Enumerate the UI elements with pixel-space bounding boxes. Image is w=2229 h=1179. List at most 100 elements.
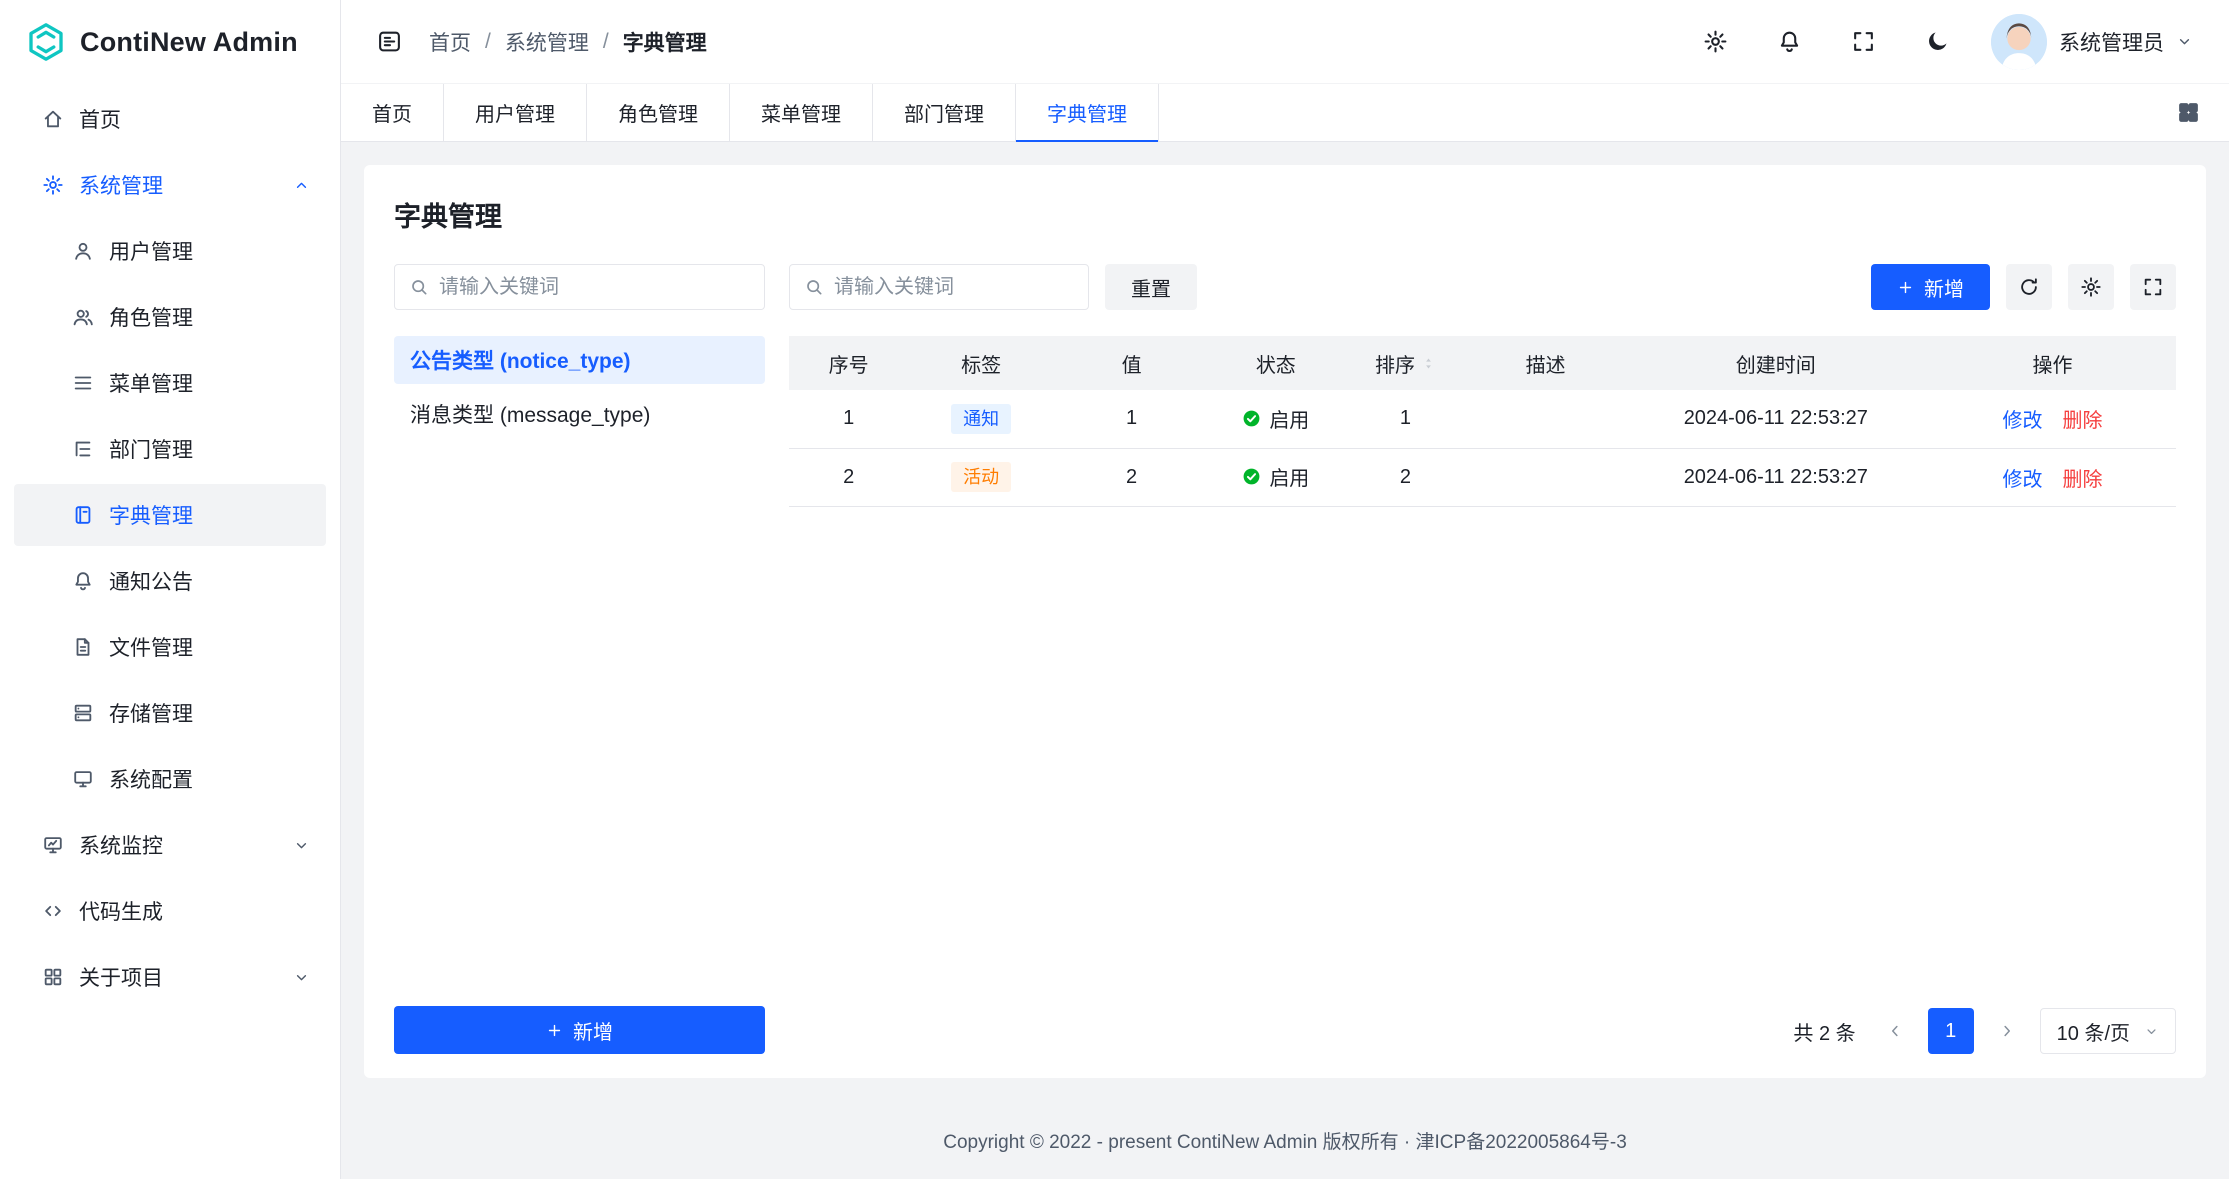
sidebar-item-label: 部门管理 <box>109 434 193 464</box>
table-fullscreen-button[interactable] <box>2130 264 2176 310</box>
sidebar-item-file-management[interactable]: 文件管理 <box>14 616 326 678</box>
delete-link[interactable]: 删除 <box>2063 469 2103 491</box>
plus-icon <box>1897 279 1914 296</box>
status-check-icon <box>1242 467 1261 486</box>
fullscreen-button[interactable] <box>1843 22 1883 62</box>
page-size-select[interactable]: 10 条/页 <box>2040 1008 2176 1054</box>
cell-tag: 通知 <box>908 390 1054 448</box>
tag-badge: 通知 <box>951 404 1011 434</box>
sidebar-item-menu-management[interactable]: 菜单管理 <box>14 352 326 414</box>
page-title: 字典管理 <box>394 195 2176 234</box>
tab-home[interactable]: 首页 <box>341 84 444 141</box>
sidebar-item-dict-management[interactable]: 字典管理 <box>14 484 326 546</box>
list-item-notice-type[interactable]: 公告类型 (notice_type) <box>394 336 765 384</box>
sidebar-item-notice[interactable]: 通知公告 <box>14 550 326 612</box>
table-header-row: 序号 标签 值 状态 排序 <box>789 336 2176 390</box>
next-page-button[interactable] <box>1986 1010 2028 1052</box>
item-search-input[interactable] <box>834 276 1074 299</box>
cell-desc <box>1469 390 1623 448</box>
sidebar-item-label: 字典管理 <box>109 500 193 530</box>
col-header-sort[interactable]: 排序 <box>1342 336 1468 390</box>
page-number-button[interactable]: 1 <box>1928 1008 1974 1054</box>
breadcrumb-item[interactable]: 首页 <box>429 27 471 57</box>
table-row[interactable]: 1 通知 1 启用 1 <box>789 390 2176 448</box>
status-badge: 启用 <box>1242 462 1309 491</box>
sidebar-item-label: 通知公告 <box>109 566 193 596</box>
tab-menu-management[interactable]: 菜单管理 <box>730 84 873 141</box>
edit-link[interactable]: 修改 <box>2003 469 2043 491</box>
prev-page-button[interactable] <box>1874 1010 1916 1052</box>
sidebar-item-system-monitor[interactable]: 系统监控 <box>14 814 326 876</box>
chevron-up-icon <box>293 177 310 194</box>
menu-fold-button[interactable] <box>367 20 411 64</box>
theme-moon-icon <box>1925 29 1950 54</box>
reset-button[interactable]: 重置 <box>1105 264 1197 310</box>
sidebar-item-user-management[interactable]: 用户管理 <box>14 220 326 282</box>
dict-search-input[interactable] <box>439 276 750 299</box>
sort-caret-icon[interactable] <box>1421 356 1436 371</box>
tab-role-management[interactable]: 角色管理 <box>587 84 730 141</box>
refresh-button[interactable] <box>2006 264 2052 310</box>
topbar: 首页 / 系统管理 / 字典管理 <box>341 0 2229 84</box>
dict-search-box <box>394 264 765 310</box>
add-dict-item-button[interactable]: 新增 <box>1871 264 1990 310</box>
tabbar: 首页 用户管理 角色管理 菜单管理 部门管理 字典管理 <box>341 84 2229 142</box>
item-search-box <box>789 264 1089 310</box>
settings-button[interactable] <box>1695 22 1735 62</box>
edit-link[interactable]: 修改 <box>2003 410 2043 432</box>
sidebar-item-code-generation[interactable]: 代码生成 <box>14 880 326 942</box>
cell-status: 启用 <box>1209 448 1342 506</box>
col-header-tag: 标签 <box>908 336 1054 390</box>
fullscreen-icon <box>2142 276 2164 298</box>
sidebar-item-home[interactable]: 首页 <box>14 88 326 150</box>
sidebar-item-label: 用户管理 <box>109 236 193 266</box>
breadcrumb-separator: / <box>485 30 491 54</box>
col-header-actions: 操作 <box>1929 336 2176 390</box>
tab-dict-management[interactable]: 字典管理 <box>1016 84 1159 141</box>
list-item-message-type[interactable]: 消息类型 (message_type) <box>394 390 765 438</box>
user-menu[interactable]: 系统管理员 <box>1991 14 2193 70</box>
chevron-down-icon <box>293 969 310 986</box>
main-column: 首页 / 系统管理 / 字典管理 <box>341 0 2229 1179</box>
notification-button[interactable] <box>1769 22 1809 62</box>
sidebar-item-system-config[interactable]: 系统配置 <box>14 748 326 810</box>
gear-icon <box>42 174 64 196</box>
logo[interactable]: ContiNew Admin <box>0 0 340 84</box>
delete-link[interactable]: 删除 <box>2063 410 2103 432</box>
add-button-label: 新增 <box>1924 273 1964 302</box>
plus-icon <box>546 1022 563 1039</box>
breadcrumb-item[interactable]: 系统管理 <box>505 27 589 57</box>
col-header-desc: 描述 <box>1469 336 1623 390</box>
gear-icon <box>2080 276 2102 298</box>
sidebar-item-storage-management[interactable]: 存储管理 <box>14 682 326 744</box>
cell-actions: 修改删除 <box>1929 390 2176 448</box>
dictionary-book-icon <box>72 504 94 526</box>
sidebar-item-about-project[interactable]: 关于项目 <box>14 946 326 1008</box>
tab-label: 菜单管理 <box>761 98 841 127</box>
table-toolbar: 重置 新增 <box>789 264 2176 310</box>
dict-item-label: 公告类型 (notice_type) <box>410 345 631 375</box>
tab-dept-management[interactable]: 部门管理 <box>873 84 1016 141</box>
bell-icon <box>72 570 94 592</box>
dict-type-panel: 公告类型 (notice_type) 消息类型 (message_type) 新… <box>394 264 765 1054</box>
sidebar-item-role-management[interactable]: 角色管理 <box>14 286 326 348</box>
sidebar-item-label: 系统配置 <box>109 764 193 794</box>
panels: 公告类型 (notice_type) 消息类型 (message_type) 新… <box>394 264 2176 1054</box>
tab-list-button[interactable] <box>2176 84 2229 141</box>
sidebar-item-dept-management[interactable]: 部门管理 <box>14 418 326 480</box>
cell-sort: 1 <box>1342 390 1468 448</box>
tab-user-management[interactable]: 用户管理 <box>444 84 587 141</box>
theme-toggle-button[interactable] <box>1917 22 1957 62</box>
table-row[interactable]: 2 活动 2 启用 2 <box>789 448 2176 506</box>
pagination-total: 共 2 条 <box>1793 1017 1855 1046</box>
column-settings-button[interactable] <box>2068 264 2114 310</box>
code-icon <box>42 900 64 922</box>
tab-label: 首页 <box>372 98 412 127</box>
add-dict-type-button[interactable]: 新增 <box>394 1006 765 1054</box>
add-button-label: 新增 <box>573 1016 613 1045</box>
sidebar-item-system-management[interactable]: 系统管理 <box>14 154 326 216</box>
home-icon <box>42 108 64 130</box>
col-header-label: 排序 <box>1375 349 1415 378</box>
cell-value: 1 <box>1054 390 1209 448</box>
cell-actions: 修改删除 <box>1929 448 2176 506</box>
